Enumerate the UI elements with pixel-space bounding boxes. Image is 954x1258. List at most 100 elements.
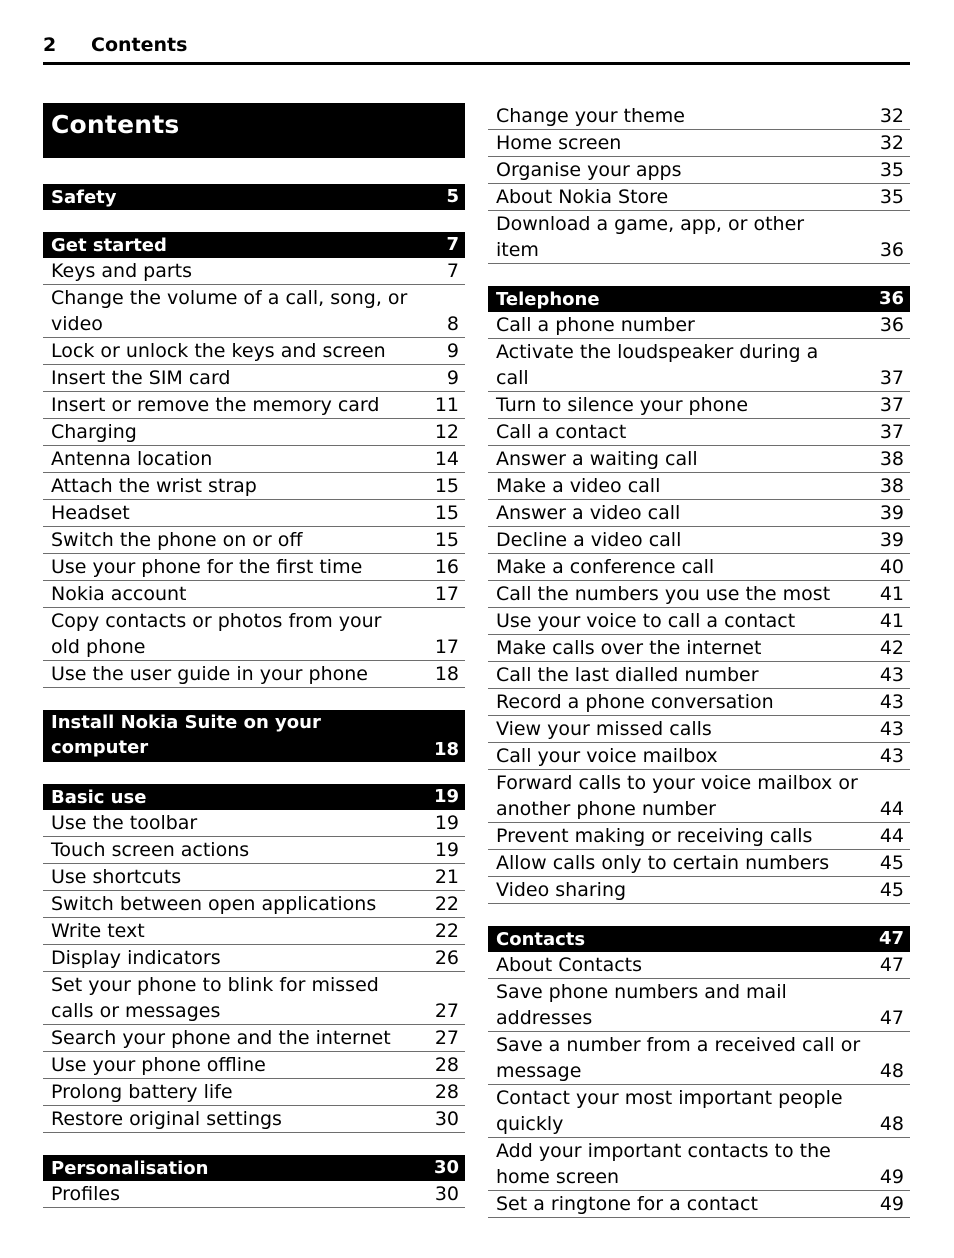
entry-label-headset: Headset — [51, 502, 130, 524]
entry-label-allow-calls-only-to-certain-numbers: Allow calls only to certain numbers — [496, 852, 830, 874]
toc-entry-row[interactable]: Insert or remove the memory card 11 — [43, 392, 465, 419]
section-label-safety: Safety — [51, 186, 117, 208]
toc-entry-row[interactable]: Use the toolbar 19 — [43, 810, 465, 837]
toc-entry-row[interactable]: Change the volume of a call, song, or vi… — [43, 285, 465, 338]
page-header: 2 Contents — [43, 34, 910, 64]
toc-entry-row[interactable]: Use your phone for the first time 16 — [43, 554, 465, 581]
page-number: 11 — [434, 394, 459, 416]
toc-entry-row[interactable]: Contact your most important people quick… — [488, 1085, 910, 1138]
toc-section-row[interactable]: Install Nokia Suite on your computer 18 — [43, 710, 465, 762]
page-number: 30 — [434, 1183, 459, 1205]
toc-section-row[interactable]: Personalisation 30 — [43, 1155, 465, 1181]
page-number: 35 — [879, 159, 904, 181]
toc-entry-row[interactable]: Display indicators 26 — [43, 945, 465, 972]
toc-entry-row[interactable]: View your missed calls 43 — [488, 716, 910, 743]
toc-entry-row[interactable]: Restore original settings 30 — [43, 1106, 465, 1133]
toc-entry-row[interactable]: Forward calls to your voice mailbox or a… — [488, 770, 910, 823]
toc-entry-row[interactable]: Profiles 30 — [43, 1181, 465, 1208]
toc-entry-row[interactable]: Prevent making or receiving calls 44 — [488, 823, 910, 850]
toc-entry-row[interactable]: Decline a video call 39 — [488, 527, 910, 554]
toc-entry-row[interactable]: Use shortcuts 21 — [43, 864, 465, 891]
toc-section-row[interactable]: Telephone 36 — [488, 286, 910, 312]
toc-entry-row[interactable]: Touch screen actions 19 — [43, 837, 465, 864]
toc-section-row[interactable]: Get started 7 — [43, 232, 465, 258]
toc-entry-row[interactable]: About Nokia Store 35 — [488, 184, 910, 211]
toc-entry-row[interactable]: Switch between open applications 22 — [43, 891, 465, 918]
toc-entry-row[interactable]: Record a phone conversation 43 — [488, 689, 910, 716]
toc-list-left: Safety 5 Get started 7 Keys and parts 7 Change… — [43, 184, 465, 1208]
toc-entry-row[interactable]: Insert the SIM card 9 — [43, 365, 465, 392]
toc-entry-row[interactable]: Use the user guide in your phone 18 — [43, 661, 465, 688]
page-number: 26 — [434, 947, 459, 969]
toc-entry-row[interactable]: Use your phone offline 28 — [43, 1052, 465, 1079]
entry-label-record-a-phone-conversation: Record a phone conversation — [496, 691, 774, 713]
entry-label-about-nokia-store: About Nokia Store — [496, 186, 669, 208]
toc-entry-row[interactable]: About Contacts 47 — [488, 952, 910, 979]
toc-entry-row[interactable]: Prolong battery life 28 — [43, 1079, 465, 1106]
toc-entry-row[interactable]: Set a ringtone for a contact 49 — [488, 1191, 910, 1218]
toc-entry-row[interactable]: Search your phone and the internet 27 — [43, 1025, 465, 1052]
toc-section-row[interactable]: Basic use 19 — [43, 784, 465, 810]
entry-label-make-a-conference-call: Make a conference call — [496, 556, 715, 578]
toc-entry-row[interactable]: Write text 22 — [43, 918, 465, 945]
toc-entry-row[interactable]: Add your important contacts to the home … — [488, 1138, 910, 1191]
entry-label-use-your-voice-to-call-a-contact: Use your voice to call a contact — [496, 610, 796, 632]
entry-label-about-contacts: About Contacts — [496, 954, 643, 976]
toc-entry-row[interactable]: Make calls over the internet 42 — [488, 635, 910, 662]
toc-entry-row[interactable]: Answer a waiting call 38 — [488, 446, 910, 473]
toc-entry-row[interactable]: Call your voice mailbox 43 — [488, 743, 910, 770]
page-number: 19 — [433, 786, 459, 807]
entry-label-prevent-making-or-receiving-calls: Prevent making or receiving calls — [496, 825, 813, 847]
toc-column-left: Contents Safety 5 Get started 7 Keys and par… — [43, 103, 465, 1208]
page-number: 43 — [879, 745, 904, 767]
toc-entry-row[interactable]: Lock or unlock the keys and screen 9 — [43, 338, 465, 365]
page-number: 49 — [879, 1166, 904, 1188]
toc-column-right: Change your theme 32 Home screen 32 Organise… — [488, 103, 910, 1218]
toc-entry-row[interactable]: Call a phone number 36 — [488, 312, 910, 339]
entry-label-decline-a-video-call: Decline a video call — [496, 529, 682, 551]
toc-entry-row[interactable]: Download a game, app, or other item 36 — [488, 211, 910, 264]
toc-entry-row[interactable]: Use your voice to call a contact 41 — [488, 608, 910, 635]
page-number: 41 — [879, 610, 904, 632]
toc-entry-row[interactable]: Headset 15 — [43, 500, 465, 527]
toc-entry-row[interactable]: Make a conference call 40 — [488, 554, 910, 581]
entry-label-insert-or-remove-the-memory-card: Insert or remove the memory card — [51, 394, 380, 416]
toc-entry-row[interactable]: Nokia account 17 — [43, 581, 465, 608]
toc-entry-row[interactable]: Attach the wrist strap 15 — [43, 473, 465, 500]
toc-entry-row[interactable]: Antenna location 14 — [43, 446, 465, 473]
toc-entry-row[interactable]: Save phone numbers and mail addresses 47 — [488, 979, 910, 1032]
page-number: 27 — [434, 1027, 459, 1049]
page-number: 19 — [434, 839, 459, 861]
toc-entry-row[interactable]: Video sharing 45 — [488, 877, 910, 904]
toc-title: Contents — [43, 103, 465, 158]
toc-entry-row[interactable]: Answer a video call 39 — [488, 500, 910, 527]
toc-entry-row[interactable]: Call the numbers you use the most 41 — [488, 581, 910, 608]
section-label-telephone: Telephone — [496, 288, 600, 310]
toc-entry-row[interactable]: Allow calls only to certain numbers 45 — [488, 850, 910, 877]
toc-entry-row[interactable]: Change your theme 32 — [488, 103, 910, 130]
entry-label-contact-your-most-important-people-quickly: Contact your most important people quick… — [496, 1087, 843, 1135]
toc-entry-row[interactable]: Save a number from a received call or me… — [488, 1032, 910, 1085]
page-number: 18 — [433, 739, 459, 760]
toc-entry-row[interactable]: Keys and parts 7 — [43, 258, 465, 285]
toc-section-row[interactable]: Contacts 47 — [488, 926, 910, 952]
toc-entry-row[interactable]: Set your phone to blink for missed calls… — [43, 972, 465, 1025]
toc-section-row[interactable]: Safety 5 — [43, 184, 465, 210]
page-number: 41 — [879, 583, 904, 605]
toc-entry-row[interactable]: Organise your apps 35 — [488, 157, 910, 184]
page-number: 39 — [879, 502, 904, 524]
toc-entry-row[interactable]: Copy contacts or photos from your old ph… — [43, 608, 465, 661]
page-number: 15 — [434, 529, 459, 551]
page-number: 45 — [879, 852, 904, 874]
toc-entry-row[interactable]: Turn to silence your phone 37 — [488, 392, 910, 419]
toc-entry-row[interactable]: Make a video call 38 — [488, 473, 910, 500]
toc-entry-row[interactable]: Charging 12 — [43, 419, 465, 446]
toc-entry-row[interactable]: Call a contact 37 — [488, 419, 910, 446]
toc-entry-row[interactable]: Activate the loudspeaker during a call 37 — [488, 339, 910, 392]
page-number: 5 — [446, 186, 459, 207]
toc-entry-row[interactable]: Switch the phone on or off 15 — [43, 527, 465, 554]
toc-entry-row[interactable]: Home screen 32 — [488, 130, 910, 157]
toc-entry-row[interactable]: Call the last dialled number 43 — [488, 662, 910, 689]
